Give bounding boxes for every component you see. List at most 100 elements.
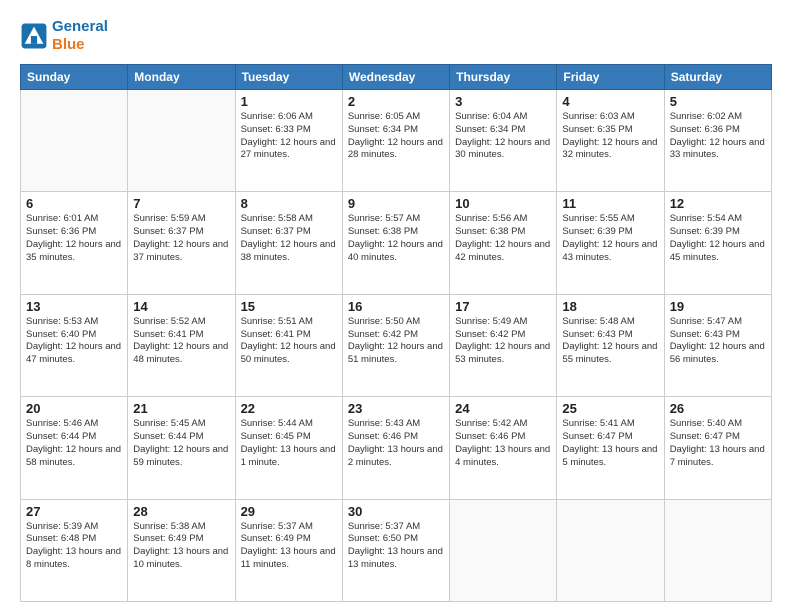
day-number: 28	[133, 504, 229, 519]
day-number: 17	[455, 299, 551, 314]
calendar-cell: 6Sunrise: 6:01 AM Sunset: 6:36 PM Daylig…	[21, 192, 128, 294]
calendar-cell: 12 Sunrise: 5:54 AM Sunset: 6:39 PM Dayli…	[664, 192, 771, 294]
day-info: Sunrise: 5:42 AM Sunset: 6:46 PM Dayligh…	[455, 418, 551, 469]
calendar-cell	[21, 90, 128, 192]
day-info: Sunrise: 5:44 AM Sunset: 6:45 PM Dayligh…	[241, 418, 337, 469]
day-number: 19	[670, 299, 766, 314]
day-info: Sunrise: 5:55 AM Sunset: 6:39 PM Dayligh…	[562, 213, 658, 264]
calendar-cell: 26Sunrise: 5:40 AM Sunset: 6:47 PM Dayli…	[664, 397, 771, 499]
day-info: Sunrise: 6:06 AM Sunset: 6:33 PM Dayligh…	[241, 111, 337, 162]
day-info: Sunrise: 5:48 AM Sunset: 6:43 PM Dayligh…	[562, 316, 658, 367]
calendar-cell: 8 Sunrise: 5:58 AM Sunset: 6:37 PM Daylig…	[235, 192, 342, 294]
calendar-cell	[557, 499, 664, 601]
logo: General Blue	[20, 18, 108, 54]
header: General Blue	[20, 18, 772, 54]
weekday-header-friday: Friday	[557, 65, 664, 90]
day-number: 8	[241, 196, 337, 211]
calendar-cell: 15 Sunrise: 5:51 AM Sunset: 6:41 PM Dayli…	[235, 294, 342, 396]
calendar-cell: 14 Sunrise: 5:52 AM Sunset: 6:41 PM Dayli…	[128, 294, 235, 396]
day-number: 5	[670, 94, 766, 109]
day-number: 11	[562, 196, 658, 211]
week-row-3: 13 Sunrise: 5:53 AM Sunset: 6:40 PM Dayli…	[21, 294, 772, 396]
day-info: Sunrise: 6:02 AM Sunset: 6:36 PM Dayligh…	[670, 111, 766, 162]
day-info: Sunrise: 5:53 AM Sunset: 6:40 PM Dayligh…	[26, 316, 122, 367]
weekday-header-sunday: Sunday	[21, 65, 128, 90]
day-info: Sunrise: 5:57 AM Sunset: 6:38 PM Dayligh…	[348, 213, 444, 264]
day-info: Sunrise: 5:37 AM Sunset: 6:49 PM Dayligh…	[241, 521, 337, 572]
calendar-cell: 17 Sunrise: 5:49 AM Sunset: 6:42 PM Dayli…	[450, 294, 557, 396]
calendar-cell: 13 Sunrise: 5:53 AM Sunset: 6:40 PM Dayli…	[21, 294, 128, 396]
weekday-header-wednesday: Wednesday	[342, 65, 449, 90]
calendar-cell: 22 Sunrise: 5:44 AM Sunset: 6:45 PM Dayli…	[235, 397, 342, 499]
day-info: Sunrise: 5:47 AM Sunset: 6:43 PM Dayligh…	[670, 316, 766, 367]
day-number: 24	[455, 401, 551, 416]
day-info: Sunrise: 6:04 AM Sunset: 6:34 PM Dayligh…	[455, 111, 551, 162]
day-info: Sunrise: 5:50 AM Sunset: 6:42 PM Dayligh…	[348, 316, 444, 367]
day-number: 6	[26, 196, 122, 211]
calendar-cell: 18 Sunrise: 5:48 AM Sunset: 6:43 PM Dayli…	[557, 294, 664, 396]
day-number: 25	[562, 401, 658, 416]
day-info: Sunrise: 5:56 AM Sunset: 6:38 PM Dayligh…	[455, 213, 551, 264]
calendar-cell	[450, 499, 557, 601]
calendar-cell: 5 Sunrise: 6:02 AM Sunset: 6:36 PM Daylig…	[664, 90, 771, 192]
day-info: Sunrise: 5:39 AM Sunset: 6:48 PM Dayligh…	[26, 521, 122, 572]
calendar-cell: 10 Sunrise: 5:56 AM Sunset: 6:38 PM Dayli…	[450, 192, 557, 294]
day-info: Sunrise: 5:52 AM Sunset: 6:41 PM Dayligh…	[133, 316, 229, 367]
calendar-cell: 28 Sunrise: 5:38 AM Sunset: 6:49 PM Dayli…	[128, 499, 235, 601]
day-number: 21	[133, 401, 229, 416]
day-info: Sunrise: 5:43 AM Sunset: 6:46 PM Dayligh…	[348, 418, 444, 469]
day-number: 10	[455, 196, 551, 211]
weekday-header-row: SundayMondayTuesdayWednesdayThursdayFrid…	[21, 65, 772, 90]
day-info: Sunrise: 5:59 AM Sunset: 6:37 PM Dayligh…	[133, 213, 229, 264]
day-info: Sunrise: 5:51 AM Sunset: 6:41 PM Dayligh…	[241, 316, 337, 367]
day-number: 20	[26, 401, 122, 416]
day-number: 18	[562, 299, 658, 314]
day-number: 9	[348, 196, 444, 211]
day-number: 30	[348, 504, 444, 519]
calendar-cell: 7Sunrise: 5:59 AM Sunset: 6:37 PM Daylig…	[128, 192, 235, 294]
calendar-cell: 16 Sunrise: 5:50 AM Sunset: 6:42 PM Dayli…	[342, 294, 449, 396]
calendar-cell: 3 Sunrise: 6:04 AM Sunset: 6:34 PM Daylig…	[450, 90, 557, 192]
weekday-header-thursday: Thursday	[450, 65, 557, 90]
day-number: 14	[133, 299, 229, 314]
day-info: Sunrise: 6:05 AM Sunset: 6:34 PM Dayligh…	[348, 111, 444, 162]
calendar-cell: 20Sunrise: 5:46 AM Sunset: 6:44 PM Dayli…	[21, 397, 128, 499]
week-row-1: 1 Sunrise: 6:06 AM Sunset: 6:33 PM Daylig…	[21, 90, 772, 192]
page: General Blue SundayMondayTuesdayWednesda…	[0, 0, 792, 612]
weekday-header-monday: Monday	[128, 65, 235, 90]
day-number: 13	[26, 299, 122, 314]
day-info: Sunrise: 5:38 AM Sunset: 6:49 PM Dayligh…	[133, 521, 229, 572]
day-number: 15	[241, 299, 337, 314]
calendar-cell	[128, 90, 235, 192]
day-number: 1	[241, 94, 337, 109]
week-row-2: 6Sunrise: 6:01 AM Sunset: 6:36 PM Daylig…	[21, 192, 772, 294]
day-info: Sunrise: 5:58 AM Sunset: 6:37 PM Dayligh…	[241, 213, 337, 264]
calendar-cell: 1 Sunrise: 6:06 AM Sunset: 6:33 PM Daylig…	[235, 90, 342, 192]
weekday-header-saturday: Saturday	[664, 65, 771, 90]
calendar-cell: 24 Sunrise: 5:42 AM Sunset: 6:46 PM Dayli…	[450, 397, 557, 499]
day-number: 2	[348, 94, 444, 109]
day-number: 22	[241, 401, 337, 416]
logo-text: General Blue	[52, 18, 108, 54]
day-number: 3	[455, 94, 551, 109]
day-number: 23	[348, 401, 444, 416]
day-number: 4	[562, 94, 658, 109]
day-info: Sunrise: 5:41 AM Sunset: 6:47 PM Dayligh…	[562, 418, 658, 469]
weekday-header-tuesday: Tuesday	[235, 65, 342, 90]
calendar-cell: 4 Sunrise: 6:03 AM Sunset: 6:35 PM Daylig…	[557, 90, 664, 192]
calendar-cell: 30Sunrise: 5:37 AM Sunset: 6:50 PM Dayli…	[342, 499, 449, 601]
day-info: Sunrise: 6:03 AM Sunset: 6:35 PM Dayligh…	[562, 111, 658, 162]
calendar-cell: 2 Sunrise: 6:05 AM Sunset: 6:34 PM Daylig…	[342, 90, 449, 192]
day-number: 16	[348, 299, 444, 314]
day-number: 12	[670, 196, 766, 211]
day-info: Sunrise: 5:54 AM Sunset: 6:39 PM Dayligh…	[670, 213, 766, 264]
calendar-cell: 11 Sunrise: 5:55 AM Sunset: 6:39 PM Dayli…	[557, 192, 664, 294]
day-info: Sunrise: 5:45 AM Sunset: 6:44 PM Dayligh…	[133, 418, 229, 469]
day-number: 29	[241, 504, 337, 519]
week-row-5: 27Sunrise: 5:39 AM Sunset: 6:48 PM Dayli…	[21, 499, 772, 601]
calendar-cell: 23 Sunrise: 5:43 AM Sunset: 6:46 PM Dayli…	[342, 397, 449, 499]
calendar-cell: 9 Sunrise: 5:57 AM Sunset: 6:38 PM Daylig…	[342, 192, 449, 294]
day-info: Sunrise: 5:49 AM Sunset: 6:42 PM Dayligh…	[455, 316, 551, 367]
calendar-cell	[664, 499, 771, 601]
calendar-cell: 27Sunrise: 5:39 AM Sunset: 6:48 PM Dayli…	[21, 499, 128, 601]
